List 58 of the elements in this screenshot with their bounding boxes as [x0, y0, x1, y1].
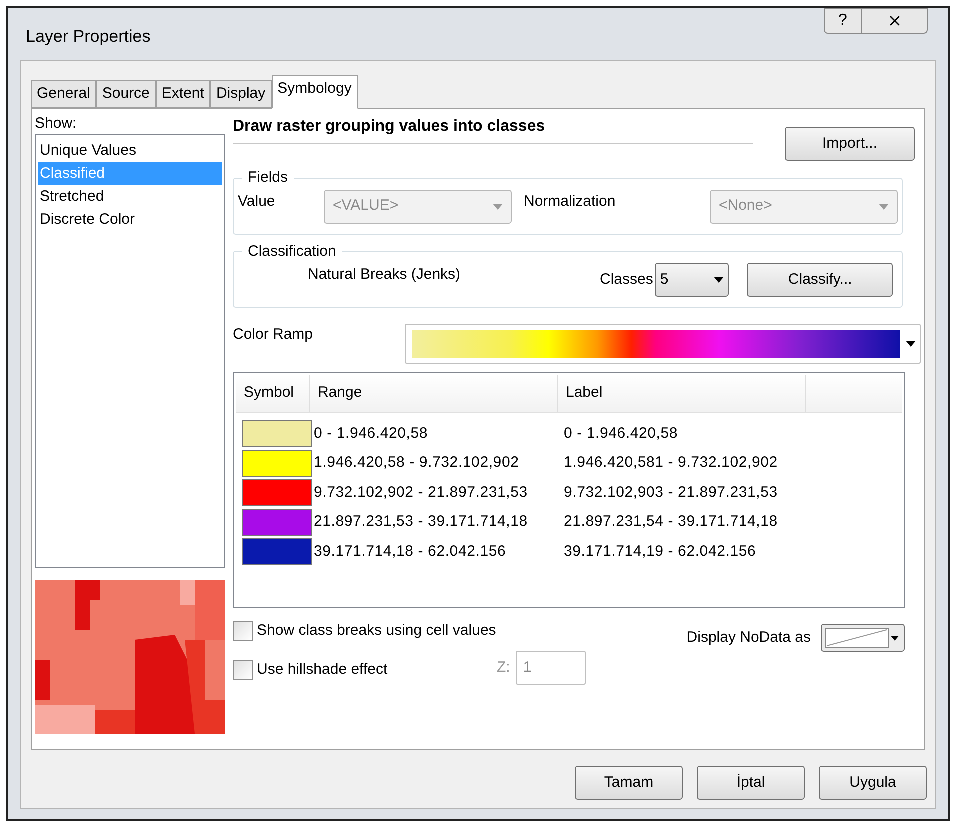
caret-icon	[879, 204, 889, 210]
list-item[interactable]: Stretched	[38, 185, 222, 208]
dialog-button[interactable]: İptal	[697, 766, 805, 800]
z-label: Z:	[497, 658, 510, 678]
checkbox-label: Use hillshade effect	[257, 660, 388, 680]
symbol-swatch[interactable]	[242, 450, 312, 477]
color-ramp-dropdown[interactable]	[405, 324, 921, 364]
caret-icon	[906, 341, 916, 347]
tab[interactable]: Display	[210, 80, 272, 108]
caret-icon	[714, 277, 724, 283]
list-item[interactable]: Discrete Color	[38, 208, 222, 231]
dialog-button[interactable]: Import...	[785, 127, 915, 161]
dialog-button[interactable]: Tamam	[575, 766, 683, 800]
show-label: Show:	[35, 115, 78, 133]
tab[interactable]: General	[31, 80, 96, 108]
table-cell-text: 21.897.231,54 - 39.171.714,18	[563, 512, 778, 532]
no-color-icon	[825, 628, 889, 648]
tab[interactable]: Source	[96, 80, 156, 108]
nodata-label: Display NoData as	[686, 628, 811, 648]
column-header[interactable]: Label	[558, 375, 806, 412]
classes-dropdown[interactable]: 5	[655, 263, 730, 297]
table-cell-text: 9.732.102,902 - 21.897.231,53	[313, 482, 529, 502]
table-cell-text: 1.946.420,581 - 9.732.102,902	[563, 453, 778, 473]
section-heading: Draw raster grouping values into classes	[233, 115, 753, 144]
table-cell-text: 9.732.102,903 - 21.897.231,53	[563, 482, 778, 502]
checkbox-label: Show class breaks using cell values	[257, 621, 496, 641]
help-button[interactable]: ?	[824, 8, 862, 34]
column-header[interactable]: Symbol	[236, 375, 310, 412]
table-cell-text: 21.897.231,53 - 39.171.714,18	[313, 512, 529, 532]
tab[interactable]: Extent	[156, 80, 210, 108]
dialog-button[interactable]: Classify...	[747, 263, 894, 297]
caret-icon	[891, 636, 899, 640]
symbol-swatch[interactable]	[242, 479, 312, 506]
tab[interactable]: Symbology	[272, 75, 358, 109]
table-cell-text: 39.171.714,19 - 62.042.156	[563, 542, 756, 562]
checkbox[interactable]	[233, 660, 253, 680]
checkbox[interactable]	[233, 621, 253, 642]
symbol-swatch[interactable]	[242, 538, 312, 566]
symbol-swatch[interactable]	[242, 508, 312, 536]
list-item[interactable]: Unique Values	[38, 139, 222, 162]
close-button[interactable]	[862, 8, 928, 34]
table-cell-text: 1.946.420,58 - 9.732.102,902	[313, 453, 520, 473]
column-header[interactable]: Range	[310, 375, 558, 412]
window-title: Layer Properties	[26, 26, 151, 48]
caret-icon	[493, 204, 503, 210]
table-cell-text: 39.171.714,18 - 62.042.156	[313, 542, 508, 562]
classes-label: Classes	[600, 270, 654, 290]
nodata-color-dropdown[interactable]	[821, 624, 905, 652]
method-label: Natural Breaks (Jenks)	[308, 264, 462, 285]
group-title: Fields	[247, 168, 290, 188]
table-cell-text: 0 - 1.946.420,58	[563, 424, 678, 444]
field-label: Value	[238, 192, 276, 212]
dialog-button[interactable]: Uygula	[819, 766, 927, 800]
group-title: Classification	[247, 242, 338, 262]
table-cell-text: 0 - 1.946.420,58	[313, 424, 430, 444]
symbol-swatch[interactable]	[242, 420, 312, 448]
ramp-label: Color Ramp	[233, 325, 314, 345]
field-label: Normalization	[524, 192, 617, 212]
